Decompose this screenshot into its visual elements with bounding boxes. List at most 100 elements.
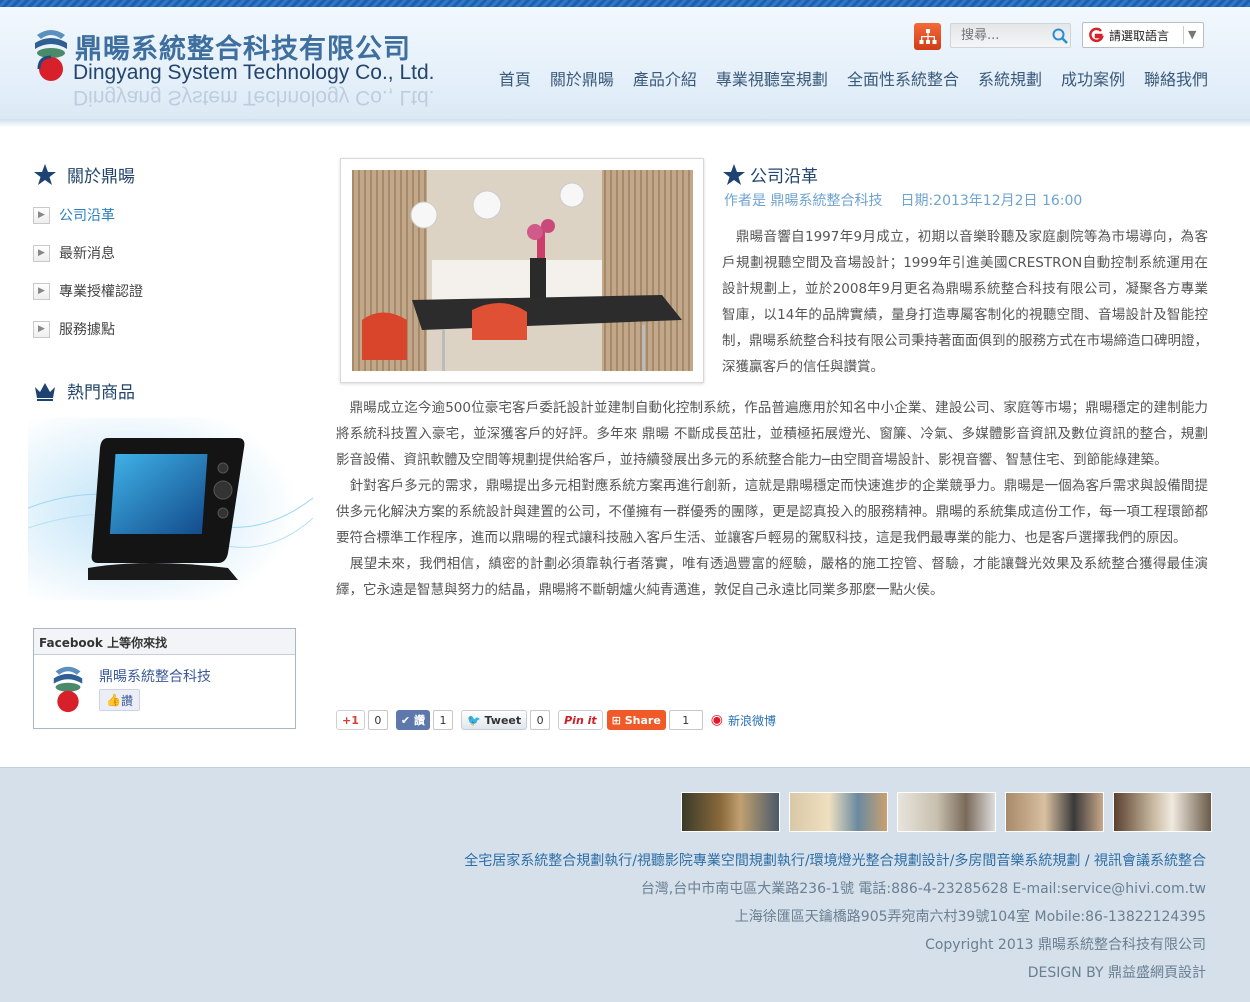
article-date: 日期:2013年12月2日 16:00: [900, 193, 1083, 209]
facebook-widget-header: Facebook 上等你來找: [34, 629, 295, 655]
sidebar-item-certification[interactable]: ▶ 專業授權認證: [33, 272, 303, 310]
nav-system-integration[interactable]: 全面性系統整合: [847, 66, 959, 90]
thumbs-up-icon: 👍: [106, 693, 121, 707]
article-title-text: 公司沿革: [750, 167, 818, 187]
article-author: 作者是 鼎暘系統整合科技: [724, 193, 883, 209]
footer: 全宅居家系統整合規劃執行/視聽影院專業空間規劃執行/環境燈光整合規劃設計/多房間…: [0, 767, 1250, 1002]
tweet-button[interactable]: 🐦 Tweet: [460, 710, 528, 730]
sidebar-about-title: 關於鼎暘: [33, 162, 135, 187]
language-label: 請選取語言: [1109, 29, 1170, 43]
article-photo-frame: [340, 158, 704, 383]
article-body: 鼎暘成立迄今逾500位豪宅客戶委託設計並建制自動化控制系統，作品普遍應用於知名中…: [336, 395, 1208, 603]
footer-thumb-3[interactable]: [897, 792, 996, 832]
pinterest-button[interactable]: Pin it: [558, 710, 603, 730]
hot-product-image[interactable]: [28, 418, 313, 600]
star-icon: [34, 163, 56, 185]
search-box: [950, 23, 1071, 48]
weibo-icon: ◉: [710, 712, 723, 728]
footer-links: 全宅居家系統整合規劃執行/視聽影院專業空間規劃執行/環境燈光整合規劃設計/多房間…: [464, 853, 1206, 869]
facebook-share-like-button[interactable]: ✔ 讚: [395, 710, 430, 730]
facebook-widget: Facebook 上等你來找 鼎暘系統整合科技 👍 讚: [33, 628, 296, 729]
footer-thumb-1[interactable]: [681, 792, 780, 832]
nav-home[interactable]: 首頁: [499, 66, 531, 90]
search-input[interactable]: [951, 24, 1046, 47]
sidebar-item-label: 服務據點: [59, 322, 115, 338]
share-label: Share: [624, 713, 661, 727]
nav-cases[interactable]: 成功案例: [1061, 66, 1125, 90]
sidebar-item-label: 公司沿革: [59, 208, 115, 224]
article-paragraph: 展望未來，我們相信，縝密的計劃必須靠執行者落實，唯有透過豐富的經驗，嚴格的施工控…: [336, 556, 1208, 598]
nav-about[interactable]: 關於鼎暘: [550, 66, 614, 90]
weibo-button[interactable]: 新浪微博: [723, 710, 781, 730]
footer-design-credit: DESIGN BY 鼎益盛網頁設計: [1027, 965, 1206, 981]
google-translate-icon: [1087, 26, 1105, 44]
facebook-like-label: 讚: [120, 693, 133, 708]
sidebar-about-label: 關於鼎暘: [67, 167, 135, 187]
sidebar-item-locations[interactable]: ▶ 服務據點: [33, 310, 303, 348]
crown-icon: [35, 382, 55, 401]
sidebar-item-history[interactable]: ▶ 公司沿革: [33, 196, 303, 234]
google-plus-button[interactable]: +1: [336, 710, 365, 730]
facebook-share-like-label: 讚: [413, 714, 425, 727]
logo[interactable]: 鼎暘系統整合科技有限公司 Dingyang System Technology …: [33, 27, 434, 109]
footer-link-lighting[interactable]: 環境燈光整合規劃設計: [810, 853, 950, 869]
google-plus-count: 0: [367, 710, 388, 730]
logo-reflection: Dingyang System Technology Co., Ltd.: [73, 86, 435, 109]
search-icon[interactable]: [1051, 27, 1069, 45]
footer-link-multiroom[interactable]: 多房間音樂系統規劃: [954, 853, 1080, 869]
twitter-bird-icon: 🐦: [466, 713, 481, 727]
footer-copyright: Copyright 2013 鼎暘系統整合科技有限公司: [925, 937, 1206, 953]
footer-address-sh: 上海徐匯區天鑰橋路905弄宛南六村39號104室 Mobile:86-13822…: [734, 909, 1206, 925]
check-icon: ✔: [400, 713, 411, 727]
sidebar-item-label: 專業授權認證: [59, 284, 143, 300]
sitemap-button[interactable]: [914, 23, 941, 50]
article-title: 公司沿革: [722, 162, 818, 187]
sidebar-hot-label: 熱門商品: [67, 383, 135, 403]
article-meta: 作者是 鼎暘系統整合科技 日期:2013年12月2日 16:00: [724, 190, 1082, 210]
footer-thumb-4[interactable]: [1005, 792, 1104, 832]
facebook-page-logo[interactable]: [52, 663, 84, 715]
facebook-like-button[interactable]: 👍 讚: [99, 689, 140, 711]
arrow-right-icon: ▶: [33, 320, 50, 338]
logo-english-name: Dingyang System Technology Co., Ltd.: [73, 61, 435, 84]
footer-link-video-conference[interactable]: 視訊會議系統整合: [1094, 853, 1206, 869]
plus-icon: ⊞: [611, 713, 621, 727]
nav-system-planning[interactable]: 系統規劃: [978, 66, 1042, 90]
footer-thumbnails: [681, 792, 1212, 832]
article-intro: 鼎暘音響自1997年9月成立，初期以音樂聆聽及家庭劇院等為市場導向，為客戶規劃視…: [722, 229, 1208, 375]
chevron-down-icon: ▼: [1188, 28, 1197, 41]
arrow-right-icon: ▶: [33, 244, 50, 262]
footer-link-whole-house[interactable]: 全宅居家系統整合規劃執行: [464, 853, 632, 869]
language-select[interactable]: 請選取語言 ▼: [1082, 22, 1204, 48]
share-button[interactable]: ⊞ Share: [606, 710, 666, 730]
footer-address-tw: 台灣,台中市南屯區大業路236-1號 電話:886-4-23285628 E-m…: [640, 881, 1206, 897]
article-paragraph: 針對客戶多元的需求，鼎暘提出多元相對應系統方案再進行創新，這就是鼎暘穩定而快速進…: [336, 478, 1208, 546]
article-photo: [352, 170, 693, 371]
star-icon: [723, 163, 745, 185]
sidebar-menu: ▶ 公司沿革 ▶ 最新消息 ▶ 專業授權認證 ▶ 服務據點: [33, 196, 303, 348]
arrow-right-icon: ▶: [33, 282, 50, 300]
header-shadow: [0, 119, 1250, 127]
share-count: 1: [668, 710, 703, 730]
article-paragraph: 鼎暘成立迄今逾500位豪宅客戶委託設計並建制自動化控制系統，作品普遍應用於知名中…: [336, 400, 1208, 468]
share-bar: +1 0 ✔ 讚 1 🐦 Tweet 0 Pin it ⊞ Share 1 ◉ …: [336, 709, 781, 731]
tweet-label: Tweet: [484, 713, 522, 727]
facebook-page-name[interactable]: 鼎暘系統整合科技: [99, 666, 211, 686]
footer-thumb-2[interactable]: [789, 792, 888, 832]
nav-av-room[interactable]: 專業視聽室規劃: [716, 66, 828, 90]
sidebar-hot-title: 熱門商品: [33, 378, 135, 403]
arrow-right-icon: ▶: [33, 206, 50, 224]
footer-link-av-theater[interactable]: 視聽影院專業空間規劃執行: [637, 853, 805, 869]
main-nav: 首頁 關於鼎暘 產品介紹 專業視聽室規劃 全面性系統整合 系統規劃 成功案例 聯…: [480, 66, 1208, 90]
facebook-like-count: 1: [432, 710, 453, 730]
tweet-count: 0: [530, 710, 551, 730]
top-stripe: [0, 0, 1250, 7]
footer-thumb-5[interactable]: [1113, 792, 1212, 832]
sitemap-icon: [919, 28, 936, 44]
sidebar-item-label: 最新消息: [59, 246, 115, 262]
language-separator: [1183, 26, 1184, 44]
nav-contact[interactable]: 聯絡我們: [1144, 66, 1208, 90]
sidebar-item-news[interactable]: ▶ 最新消息: [33, 234, 303, 272]
logo-mark-icon: [35, 30, 67, 81]
nav-products[interactable]: 產品介紹: [633, 66, 697, 90]
